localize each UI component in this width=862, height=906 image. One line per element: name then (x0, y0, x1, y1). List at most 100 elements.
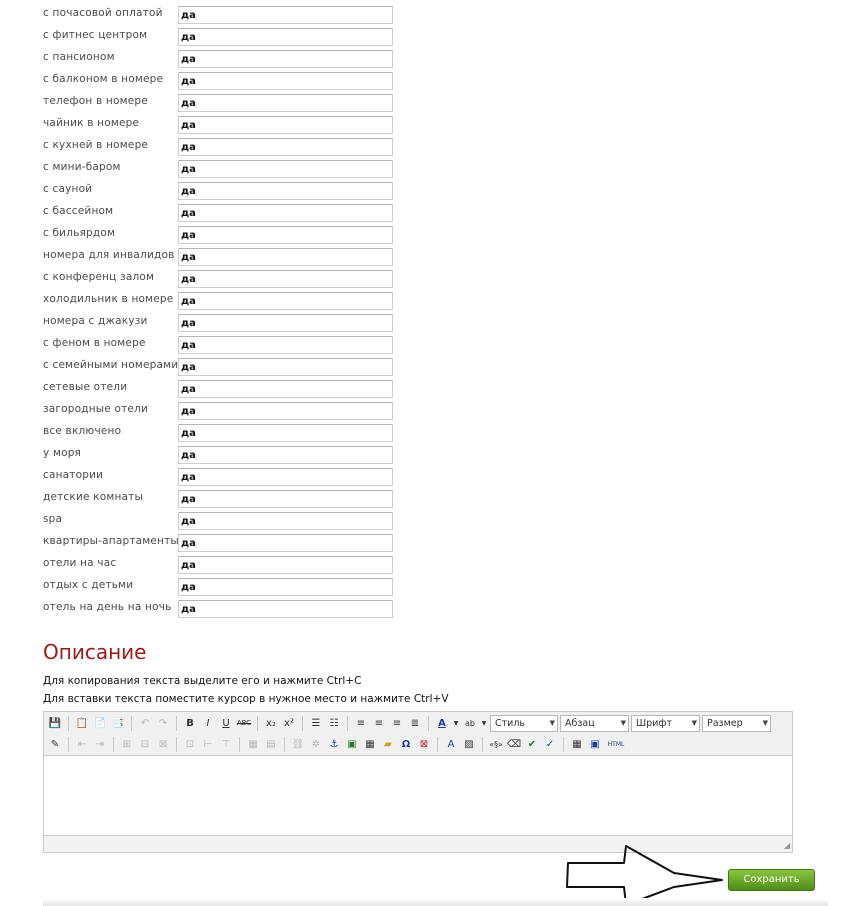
amenity-value-field[interactable]: да (178, 468, 393, 486)
edit-icon[interactable]: ✎ (47, 736, 63, 752)
strikethrough-icon[interactable]: ABC (236, 715, 252, 731)
amenity-value-field[interactable]: да (178, 446, 393, 464)
resize-handle-icon[interactable]: ◢ (784, 841, 790, 850)
insert-col-icon[interactable]: ⊟ (137, 736, 153, 752)
unlink-icon[interactable]: ⛓ (290, 736, 306, 752)
amenity-value-field[interactable]: да (178, 204, 393, 222)
table-icon[interactable]: ▦ (569, 736, 585, 752)
folder-icon[interactable]: ▰ (380, 736, 396, 752)
chevron-down-icon: ▼ (549, 718, 555, 727)
amenity-value-field[interactable]: да (178, 182, 393, 200)
spellcheck-icon[interactable]: ✔ (524, 736, 540, 752)
eraser-icon[interactable]: ⌫ (506, 736, 522, 752)
amenity-value-field[interactable]: да (178, 6, 393, 24)
amenity-value-field[interactable]: да (178, 380, 393, 398)
paste-text-icon[interactable]: 📄 (92, 715, 108, 731)
amenity-value-field[interactable]: да (178, 160, 393, 178)
close-icon[interactable]: ⊠ (416, 736, 432, 752)
amenity-label: квартиры-апартаменты (43, 535, 179, 547)
toolbar-separator (176, 715, 177, 731)
save-icon[interactable]: 💾 (47, 715, 63, 731)
template-icon[interactable]: ▨ (461, 736, 477, 752)
outdent-icon[interactable]: ⇤ (74, 736, 90, 752)
toolbar-separator (347, 715, 348, 731)
delete-row-icon[interactable]: ⊠ (155, 736, 171, 752)
subscript-icon[interactable]: x₂ (263, 715, 279, 731)
amenity-value-field[interactable]: да (178, 270, 393, 288)
amenity-value-field[interactable]: да (178, 358, 393, 376)
amenity-value-field[interactable]: да (178, 72, 393, 90)
amenity-value-field[interactable]: да (178, 28, 393, 46)
amenity-value-field[interactable]: да (178, 116, 393, 134)
amenity-value-field[interactable]: да (178, 138, 393, 156)
style-select[interactable]: Стиль ▼ (490, 714, 558, 732)
indent-icon[interactable]: ⇥ (92, 736, 108, 752)
format-select[interactable]: Абзац ▼ (560, 714, 629, 732)
amenity-label: spa (43, 513, 63, 525)
amenity-label: загородные отели (43, 403, 148, 415)
amenity-value-field[interactable]: да (178, 512, 393, 530)
amenity-value-field[interactable]: да (178, 556, 393, 574)
toolbar-separator (176, 736, 177, 752)
amenity-value-field[interactable]: да (178, 600, 393, 618)
amenity-value-field[interactable]: да (178, 314, 393, 332)
highlight-icon[interactable]: ab (462, 715, 478, 731)
font-size-icon[interactable]: A (443, 736, 459, 752)
paste-word-icon[interactable]: 📑 (110, 715, 126, 731)
amenity-label: отель на день на ночь (43, 601, 172, 613)
amenity-value-field[interactable]: да (178, 94, 393, 112)
text-color-icon[interactable]: A (434, 715, 450, 731)
media-icon[interactable]: ▦ (362, 736, 378, 752)
split-cells-icon[interactable]: ⊢ (200, 736, 216, 752)
editor-toolbar: 💾 📋 📄 📑 ↶ ↷ B I U ABC x₂ x² ☰ ☷ ≡ ≡ ≡ ≣ (44, 712, 792, 755)
toolbar-separator (68, 736, 69, 752)
amenity-value-field[interactable]: да (178, 292, 393, 310)
bullet-list-icon[interactable]: ☰ (308, 715, 324, 731)
hand-drawn-arrow-icon (566, 845, 723, 906)
html-button[interactable]: HTML (605, 736, 627, 752)
align-center-icon[interactable]: ≡ (371, 715, 387, 731)
numbered-list-icon[interactable]: ☷ (326, 715, 342, 731)
fullscreen-icon[interactable]: ▣ (587, 736, 603, 752)
amenity-label: с балконом в номере (43, 73, 164, 85)
paragraph-icon[interactable]: «§» (488, 736, 504, 752)
special-char-icon[interactable]: Ω (398, 736, 414, 752)
redo-icon[interactable]: ↷ (155, 715, 171, 731)
bold-icon[interactable]: B (182, 715, 198, 731)
toolbar-row-2: ✎ ⇤ ⇥ ⊞ ⊟ ⊠ ⊡ ⊢ ⊤ ▦ ▤ ⛓ ✲ ⚓ ▣ ▦ ▰ Ω ⊠ A (47, 734, 629, 754)
chevron-down-icon[interactable]: ▼ (452, 715, 460, 731)
table-props-icon[interactable]: ▦ (245, 736, 261, 752)
amenity-value-field[interactable]: да (178, 424, 393, 442)
font-select[interactable]: Шрифт ▼ (631, 714, 700, 732)
amenity-value-field[interactable]: да (178, 226, 393, 244)
amenity-value-field[interactable]: да (178, 402, 393, 420)
amenity-value-field[interactable]: да (178, 336, 393, 354)
editor-content-area[interactable] (44, 755, 792, 836)
align-left-icon[interactable]: ≡ (353, 715, 369, 731)
image-icon[interactable]: ▣ (344, 736, 360, 752)
save-button[interactable]: Сохранить (728, 869, 815, 891)
undo-icon[interactable]: ↶ (137, 715, 153, 731)
paste-icon[interactable]: 📋 (74, 715, 90, 731)
anchor-icon[interactable]: ⚓ (326, 736, 342, 752)
link-icon[interactable]: ✲ (308, 736, 324, 752)
insert-row-icon[interactable]: ⊞ (119, 736, 135, 752)
cell-props-icon[interactable]: ⊤ (218, 736, 234, 752)
amenity-value-field[interactable]: да (178, 534, 393, 552)
check-icon[interactable]: ✓ (542, 736, 558, 752)
amenity-value-field[interactable]: да (178, 578, 393, 596)
amenity-value-field[interactable]: да (178, 248, 393, 266)
superscript-icon[interactable]: x² (281, 715, 297, 731)
amenity-label: с кухней в номере (43, 139, 149, 151)
align-justify-icon[interactable]: ≣ (407, 715, 423, 731)
align-right-icon[interactable]: ≡ (389, 715, 405, 731)
amenity-value-field[interactable]: да (178, 490, 393, 508)
amenity-value-field[interactable]: да (178, 50, 393, 68)
row-props-icon[interactable]: ▤ (263, 736, 279, 752)
toolbar-separator (68, 715, 69, 731)
italic-icon[interactable]: I (200, 715, 216, 731)
chevron-down-icon[interactable]: ▼ (480, 715, 488, 731)
size-select[interactable]: Размер ▼ (702, 714, 771, 732)
underline-icon[interactable]: U (218, 715, 234, 731)
merge-cells-icon[interactable]: ⊡ (182, 736, 198, 752)
